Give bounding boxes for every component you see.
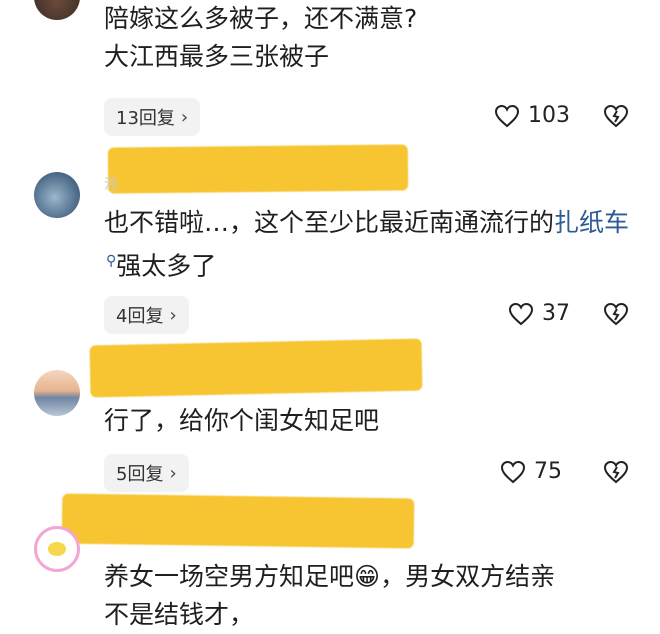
search-icon[interactable]: ⚲	[106, 253, 116, 269]
comment-text: 陪嫁这么多被子，还不满意? 大江西最多三张被子	[104, 0, 630, 76]
like-button[interactable]: 37	[508, 301, 570, 326]
comment-text: 养女一场空男方知足吧😁，男女双方结亲 不是结钱才，	[104, 558, 630, 634]
avatar[interactable]	[34, 526, 80, 572]
smiley-avatar-icon	[48, 542, 66, 556]
heart-outline-icon	[500, 460, 526, 483]
chevron-right-icon: ›	[169, 462, 177, 484]
dislike-button[interactable]	[602, 103, 630, 133]
redaction-bar	[107, 144, 409, 194]
like-button[interactable]: 103	[494, 103, 570, 128]
comment-text-start: 养女一场空男方知足吧	[104, 562, 355, 591]
redaction-bar	[61, 493, 415, 549]
comment-text-end: 强太多了	[116, 251, 217, 281]
heart-outline-icon	[494, 104, 520, 127]
comment-text-end: ，男女双方结亲	[380, 562, 556, 591]
like-count: 37	[542, 301, 570, 326]
avatar[interactable]	[34, 172, 80, 218]
replies-button[interactable]: 5回复 ›	[104, 454, 189, 492]
replies-count: 4回复	[116, 306, 164, 327]
broken-heart-icon	[603, 104, 629, 128]
comment-text-start: 也不错啦…，这个至少比最近南通流行的	[104, 208, 555, 237]
dislike-button[interactable]	[602, 459, 630, 489]
comment-line: 大江西最多三张被子	[104, 42, 330, 71]
username-faded: 流	[104, 177, 118, 193]
comment-line: 行了，给你个闺女知足吧	[104, 406, 380, 435]
replies-button[interactable]: 13回复 ›	[104, 98, 201, 136]
avatar[interactable]	[34, 370, 80, 416]
like-count: 75	[534, 459, 562, 484]
dislike-button[interactable]	[602, 301, 630, 331]
grin-emoji-icon: 😁	[354, 562, 381, 591]
replies-count: 13回复	[116, 108, 175, 129]
comment-line: 不是结钱才，	[104, 600, 255, 629]
avatar[interactable]	[34, 0, 80, 20]
chevron-right-icon: ›	[169, 304, 177, 326]
like-count: 103	[528, 103, 570, 128]
comment-line: 养女一场空男方知足吧😁，男女双方结亲	[104, 558, 630, 596]
broken-heart-icon	[603, 302, 629, 326]
like-button[interactable]: 75	[500, 459, 562, 484]
redaction-bar	[89, 338, 423, 398]
comment-text: 也不错啦…，这个至少比最近南通流行的扎纸车 ⚲强太多了	[104, 204, 630, 285]
search-link[interactable]: 扎纸车	[554, 208, 629, 237]
comment-line: 陪嫁这么多被子，还不满意?	[104, 4, 418, 33]
replies-count: 5回复	[116, 464, 164, 485]
comment-text: 行了，给你个闺女知足吧	[104, 402, 630, 440]
chevron-right-icon: ›	[180, 106, 189, 128]
replies-button[interactable]: 4回复 ›	[104, 296, 189, 334]
heart-outline-icon	[508, 302, 534, 325]
broken-heart-icon	[603, 460, 629, 484]
